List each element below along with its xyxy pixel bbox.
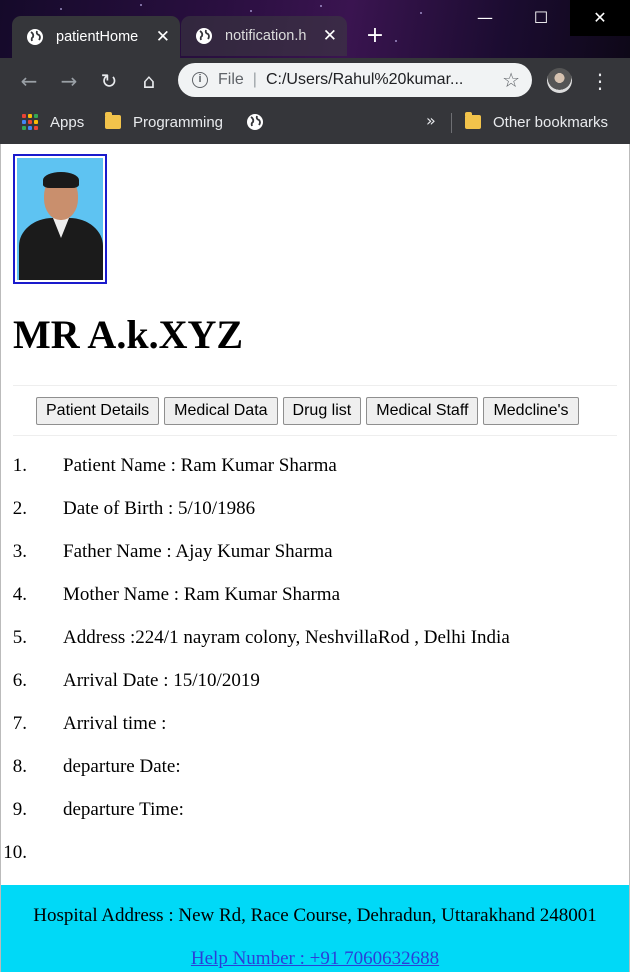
list-item: 4. Mother Name : Ram Kumar Sharma: [1, 584, 601, 627]
tab-notification[interactable]: notification.h ✕: [181, 16, 347, 56]
bookmark-label: Apps: [50, 113, 85, 131]
list-number: 7.: [12, 713, 27, 734]
tab-patient-home[interactable]: patientHome ✕: [12, 16, 180, 58]
minimize-button[interactable]: —: [457, 0, 513, 36]
list-item: 10.: [1, 842, 601, 885]
list-text: Arrival time :: [63, 713, 167, 734]
bookmark-apps[interactable]: Apps: [22, 103, 84, 141]
list-item: 2. Date of Birth : 5/10/1986: [1, 498, 601, 541]
medical-staff-button[interactable]: Medical Staff: [366, 397, 479, 425]
bookmarks-overflow-icon[interactable]: »: [426, 111, 436, 130]
list-item: 1. Patient Name : Ram Kumar Sharma: [1, 455, 601, 498]
list-item: 9. departure Time:: [1, 799, 601, 842]
info-icon[interactable]: i: [192, 72, 208, 88]
globe-icon: [247, 114, 263, 130]
bookmark-star-icon[interactable]: ☆: [502, 68, 520, 92]
globe-icon: [196, 28, 212, 44]
reload-button[interactable]: ↻: [92, 64, 126, 98]
list-item: 6. Arrival Date : 15/10/2019: [1, 670, 601, 713]
list-item: 7. Arrival time :: [1, 713, 601, 756]
bookmark-programming[interactable]: Programming: [105, 103, 223, 141]
globe-icon: [27, 29, 43, 45]
hospital-address: Hospital Address : New Rd, Race Course, …: [33, 905, 597, 926]
bookmark-globe[interactable]: [246, 103, 264, 141]
browser-toolbar: ← → ↻ ⌂ i File | C:/Users/Rahul%20kumar.…: [0, 58, 630, 103]
list-number: 2.: [12, 498, 27, 519]
address-bar[interactable]: i File | C:/Users/Rahul%20kumar... ☆: [178, 63, 532, 97]
page-content: MR A.k.XYZ Patient Details Medical Data …: [0, 144, 630, 972]
apps-grid-icon: [22, 114, 38, 130]
tab-close-icon[interactable]: ✕: [323, 26, 337, 46]
page-title: MR A.k.XYZ: [13, 312, 244, 357]
list-text: Date of Birth : 5/10/1986: [63, 498, 256, 519]
list-number: 3.: [12, 541, 27, 562]
list-number: 5.: [12, 627, 27, 648]
bookmarks-divider: [451, 113, 452, 133]
list-item: 5. Address :224/1 nayram colony, Neshvill…: [1, 627, 601, 670]
folder-icon: [105, 112, 121, 129]
forward-button[interactable]: →: [52, 64, 86, 98]
list-text: Arrival Date : 15/10/2019: [63, 670, 260, 691]
bookmark-label: Programming: [133, 113, 224, 131]
list-text: Mother Name : Ram Kumar Sharma: [63, 584, 341, 605]
home-button[interactable]: ⌂: [132, 64, 166, 98]
bookmark-other[interactable]: Other bookmarks: [465, 103, 608, 141]
divider-top: [13, 385, 617, 386]
browser-title-bar: patientHome ✕ notification.h ✕ + — ☐ ✕: [0, 0, 630, 58]
section-nav: Patient Details Medical Data Drug list M…: [36, 397, 579, 425]
back-button[interactable]: ←: [12, 64, 46, 98]
address-separator: |: [252, 71, 257, 88]
profile-avatar[interactable]: [547, 68, 572, 93]
list-item: 8. departure Date:: [1, 756, 601, 799]
list-text: Patient Name : Ram Kumar Sharma: [63, 455, 337, 476]
list-number: 1.: [12, 455, 27, 476]
divider-bottom: [13, 435, 617, 436]
list-number: 6.: [12, 670, 27, 691]
new-tab-button[interactable]: +: [358, 22, 392, 50]
folder-icon: [465, 112, 481, 129]
bookmarks-bar: Apps Programming » Other bookmarks: [0, 103, 630, 144]
patient-details-button[interactable]: Patient Details: [36, 397, 160, 425]
tab-title: patientHome: [56, 29, 139, 45]
list-text: departure Time:: [63, 799, 184, 820]
close-window-button[interactable]: ✕: [570, 0, 630, 36]
bookmark-label: Other bookmarks: [493, 113, 609, 131]
menu-icon[interactable]: ⋮: [590, 68, 610, 94]
list-number: 8.: [12, 756, 27, 777]
list-text: Father Name : Ajay Kumar Sharma: [63, 541, 333, 562]
patient-photo: [13, 154, 107, 284]
medclines-button[interactable]: Medcline's: [483, 397, 579, 425]
page-footer: Hospital Address : New Rd, Race Course, …: [1, 885, 629, 972]
list-number: 4.: [12, 584, 27, 605]
tab-title: notification.h: [225, 28, 307, 44]
drug-list-button[interactable]: Drug list: [282, 397, 362, 425]
maximize-button[interactable]: ☐: [513, 0, 569, 36]
photo-image: [17, 158, 103, 280]
list-item: 3. Father Name : Ajay Kumar Sharma: [1, 541, 601, 584]
url-text[interactable]: C:/Users/Rahul%20kumar...: [266, 71, 476, 89]
help-number-link[interactable]: Help Number : +91 7060632688: [1, 948, 629, 970]
list-text: Address :224/1 nayram colony, NeshvillaR…: [63, 627, 510, 648]
patient-details-list: 1. Patient Name : Ram Kumar Sharma 2. Date…: [1, 455, 601, 885]
medical-data-button[interactable]: Medical Data: [164, 397, 278, 425]
scheme-label: File: [218, 71, 244, 88]
list-text: departure Date:: [63, 756, 181, 777]
list-number: 10.: [3, 842, 27, 863]
list-number: 9.: [12, 799, 27, 820]
tab-close-icon[interactable]: ✕: [156, 27, 170, 47]
